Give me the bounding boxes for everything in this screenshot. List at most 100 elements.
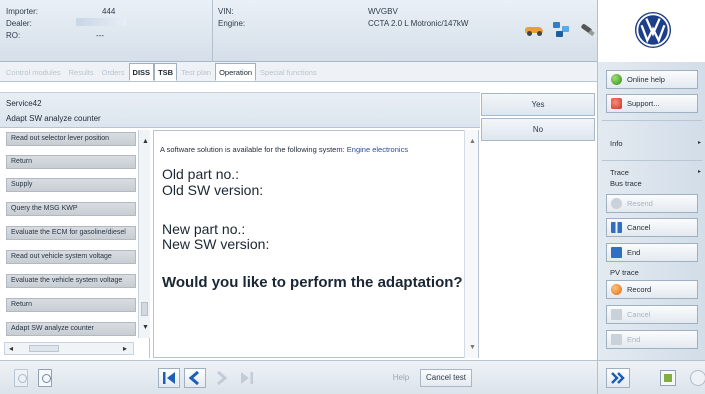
importer-label: Importer: bbox=[6, 7, 39, 16]
dealer-label: Dealer: bbox=[6, 19, 32, 28]
bus-end-button[interactable]: End bbox=[606, 243, 698, 262]
procedure-step: Adapt SW analyze counter bbox=[6, 114, 101, 123]
bus-trace-label: Bus trace bbox=[610, 179, 642, 188]
panel-divider bbox=[602, 120, 702, 121]
new-part-label: New part no.: bbox=[162, 221, 246, 237]
connection-status bbox=[523, 22, 595, 38]
bus-cancel-button[interactable]: Cancel bbox=[606, 218, 698, 237]
list-item[interactable]: Return bbox=[6, 298, 136, 312]
fast-forward-button[interactable] bbox=[606, 368, 630, 388]
list-vertical-scrollbar[interactable]: ▲ ▼ bbox=[138, 130, 150, 338]
trace-section: Trace bbox=[610, 168, 629, 177]
dealer-value-redacted bbox=[76, 18, 126, 26]
expand-arrow-icon[interactable]: ▸ bbox=[698, 139, 701, 146]
scroll-left-icon[interactable]: ◂ bbox=[9, 344, 13, 353]
scrollbar-thumb[interactable] bbox=[141, 302, 148, 316]
engine-value: CCTA 2.0 L Motronic/147kW bbox=[368, 19, 469, 28]
resend-label: Resend bbox=[627, 199, 653, 208]
intro-sentence: A software solution is available for the… bbox=[160, 145, 345, 154]
dealer-info: Importer: 444 Dealer: RO: --- bbox=[6, 6, 126, 42]
tab-orders[interactable]: Orders bbox=[98, 63, 129, 81]
stop-icon bbox=[611, 247, 622, 258]
car-icon[interactable] bbox=[523, 24, 545, 36]
tab-diss[interactable]: DISS bbox=[128, 63, 155, 81]
vin-label: VIN: bbox=[218, 7, 234, 16]
list-item[interactable]: Read out vehicle system voltage bbox=[6, 250, 136, 264]
list-horizontal-scrollbar[interactable]: ◂ ▸ bbox=[4, 342, 134, 355]
importer-value: 444 bbox=[102, 7, 116, 16]
list-item[interactable]: Return bbox=[6, 155, 136, 169]
main-tabs: Control modules Results Orders DISS TSB … bbox=[0, 62, 597, 82]
cable-icon[interactable] bbox=[579, 23, 595, 37]
support-icon bbox=[611, 98, 622, 109]
cancel-test-button[interactable]: Cancel test bbox=[420, 369, 472, 387]
resend-button[interactable]: Resend bbox=[606, 194, 698, 213]
network-icon[interactable] bbox=[553, 22, 571, 38]
new-sw-label: New SW version: bbox=[162, 236, 270, 252]
ro-value: --- bbox=[96, 31, 104, 40]
content-scrollbar[interactable]: ▲ ▼ bbox=[464, 130, 478, 358]
pause-icon bbox=[611, 309, 622, 320]
settings-icon[interactable] bbox=[690, 370, 705, 386]
scroll-up-icon[interactable]: ▲ bbox=[469, 138, 476, 145]
last-step-button[interactable] bbox=[236, 368, 258, 388]
skip-first-icon bbox=[163, 372, 175, 384]
document-search-icon[interactable] bbox=[38, 369, 52, 387]
ro-label: RO: bbox=[6, 31, 21, 40]
stop-icon bbox=[611, 334, 622, 345]
list-item[interactable]: Evaluate the vehicle system voltage bbox=[6, 274, 136, 288]
tab-test-plan[interactable]: Test plan bbox=[177, 63, 215, 81]
pv-end-button[interactable]: End bbox=[606, 330, 698, 349]
support-label: Support... bbox=[627, 99, 660, 108]
pv-trace-label: PV trace bbox=[610, 268, 639, 277]
old-sw-label: Old SW version: bbox=[162, 182, 264, 198]
list-item-selected[interactable]: Adapt SW analyze counter bbox=[6, 322, 136, 336]
tab-control-modules[interactable]: Control modules bbox=[2, 63, 65, 81]
support-button[interactable]: Support... bbox=[606, 94, 698, 113]
record-icon bbox=[611, 284, 622, 295]
help-button[interactable]: Help bbox=[388, 369, 414, 387]
engine-label: Engine: bbox=[218, 19, 246, 28]
scroll-down-icon[interactable]: ▼ bbox=[142, 324, 149, 331]
document-icon[interactable] bbox=[14, 369, 28, 387]
adaptation-question: Would you like to perform the adaptation… bbox=[162, 274, 463, 291]
no-button[interactable]: No bbox=[481, 118, 595, 141]
pause-icon bbox=[611, 222, 622, 233]
first-step-button[interactable] bbox=[158, 368, 180, 388]
tab-special-functions[interactable]: Special functions bbox=[256, 63, 321, 81]
vw-logo bbox=[634, 11, 672, 49]
next-step-button[interactable] bbox=[210, 368, 232, 388]
list-item[interactable]: Query the MSG KWP bbox=[6, 202, 136, 216]
cancel-label: Cancel bbox=[627, 223, 651, 232]
procedure-title: Service42 Adapt SW analyze counter bbox=[0, 92, 480, 128]
vehicle-info: VIN: WVGBV Engine: CCTA 2.0 L Motronic/147… bbox=[218, 6, 468, 30]
pv-cancel-button[interactable]: Cancel bbox=[606, 305, 698, 324]
record-label: Record bbox=[627, 285, 652, 294]
online-help-button[interactable]: Online help bbox=[606, 70, 698, 89]
skip-last-icon bbox=[241, 372, 253, 384]
list-item[interactable]: Supply bbox=[6, 178, 136, 192]
scrollbar-thumb[interactable] bbox=[29, 345, 59, 352]
resend-icon bbox=[611, 198, 622, 209]
online-help-label: Online help bbox=[627, 75, 665, 84]
double-chevron-right-icon bbox=[611, 372, 625, 384]
tab-tsb[interactable]: TSB bbox=[154, 63, 178, 81]
yes-button[interactable]: Yes bbox=[481, 93, 595, 116]
previous-step-button[interactable] bbox=[184, 368, 206, 388]
scroll-down-icon[interactable]: ▼ bbox=[469, 344, 476, 351]
expand-arrow-icon[interactable]: ▸ bbox=[698, 168, 701, 175]
right-panel: Online help Support... Info ▸ Trace ▸ Bu… bbox=[597, 62, 705, 394]
scroll-up-icon[interactable]: ▲ bbox=[142, 138, 149, 145]
tab-operation[interactable]: Operation bbox=[215, 63, 257, 81]
vin-value: WVGBV bbox=[368, 7, 398, 16]
tab-results[interactable]: Results bbox=[65, 63, 98, 81]
list-item[interactable]: Evaluate the ECM for gasoline/diesel bbox=[6, 226, 136, 240]
help-icon bbox=[611, 74, 622, 85]
grid-icon[interactable] bbox=[660, 370, 676, 386]
record-button[interactable]: Record bbox=[606, 280, 698, 299]
pv-cancel-label: Cancel bbox=[627, 310, 651, 319]
scroll-right-icon[interactable]: ▸ bbox=[123, 344, 127, 353]
list-item[interactable]: Read out selector lever position bbox=[6, 132, 136, 146]
intro-text: A software solution is available for the… bbox=[160, 145, 408, 154]
info-section[interactable]: Info bbox=[610, 139, 623, 148]
